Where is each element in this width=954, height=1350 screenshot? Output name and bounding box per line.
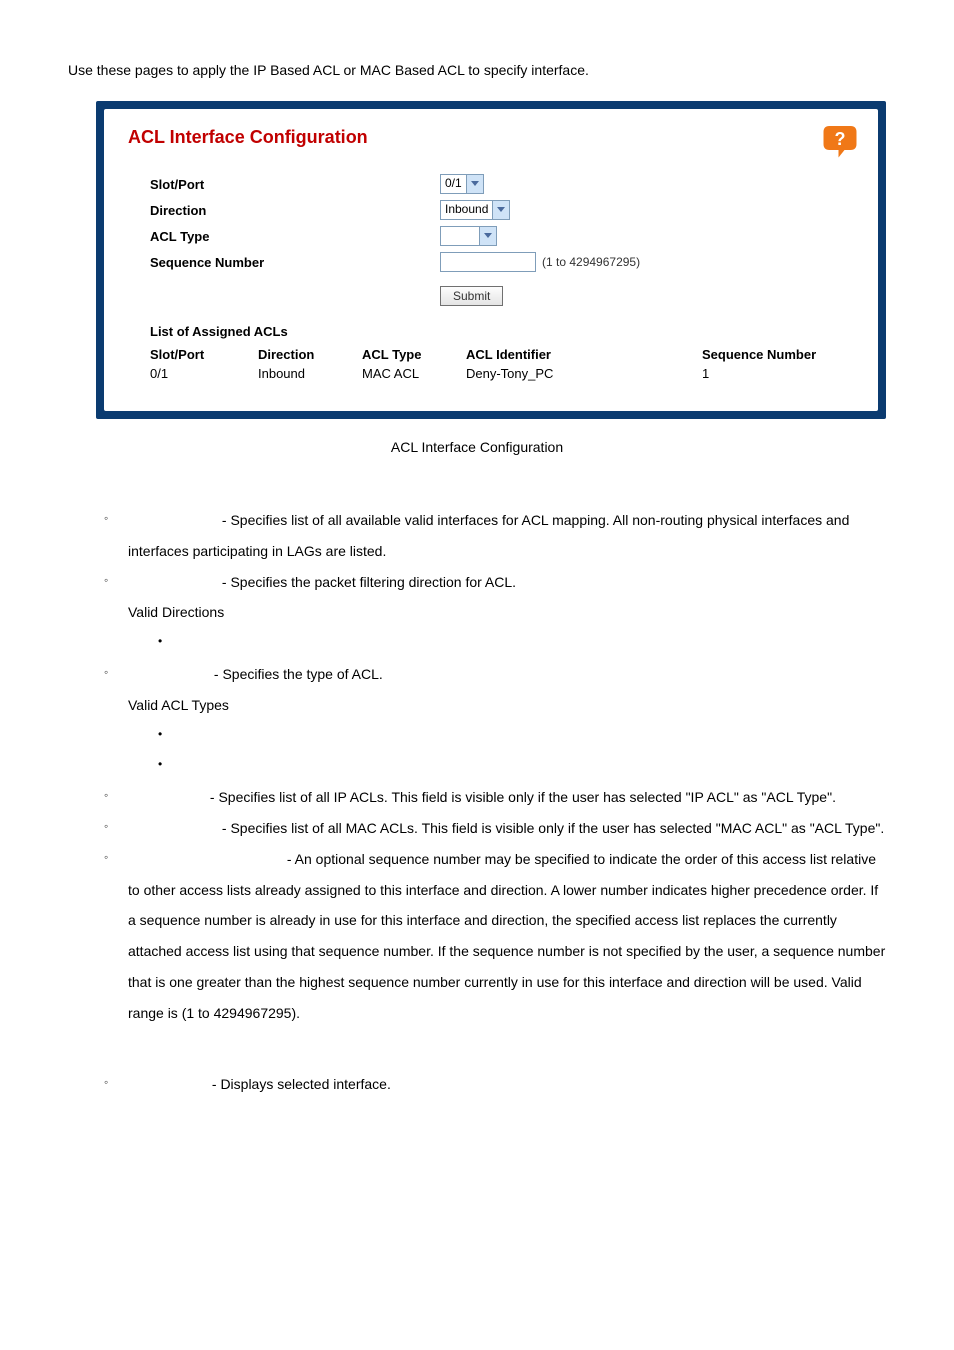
submit-button[interactable]: Submit — [440, 286, 503, 306]
desc-seq-num: - An optional sequence number may be spe… — [128, 851, 885, 1021]
td-acl-type: MAC ACL — [362, 366, 466, 381]
td-seq-num: 1 — [702, 366, 854, 381]
td-direction: Inbound — [258, 366, 362, 381]
list-item: - Specifies list of all IP ACLs. This fi… — [128, 782, 886, 813]
config-panel: ? ACL Interface Configuration Slot/Port … — [96, 101, 886, 419]
seq-num-input[interactable] — [440, 252, 536, 272]
list-item — [176, 628, 886, 659]
desc-ip-acl: - Specifies list of all IP ACLs. This fi… — [206, 789, 836, 805]
th-seq-num: Sequence Number — [702, 347, 854, 362]
table-row: 0/1 Inbound MAC ACL Deny-Tony_PC 1 — [150, 366, 854, 381]
slot-port-select[interactable]: 0/1 — [440, 174, 484, 194]
table-header: Slot/Port Direction ACL Type ACL Identif… — [150, 347, 854, 362]
list-item — [176, 721, 886, 752]
list-item: - Specifies the packet filtering directi… — [128, 567, 886, 659]
label-seq-num: Sequence Number — [150, 255, 440, 270]
list-item: - Displays selected interface. — [128, 1069, 886, 1100]
figure-caption: ACL Interface Configuration — [68, 439, 886, 455]
chevron-down-icon — [466, 175, 483, 193]
assigned-acls-title: List of Assigned ACLs — [150, 324, 854, 339]
panel-title: ACL Interface Configuration — [128, 127, 854, 148]
label-acl-type: ACL Type — [150, 229, 440, 244]
direction-value: Inbound — [441, 201, 492, 219]
intro-text: Use these pages to apply the IP Based AC… — [68, 60, 886, 81]
th-slot-port: Slot/Port — [150, 347, 258, 362]
th-direction: Direction — [258, 347, 362, 362]
description-list-2: - Displays selected interface. — [68, 1069, 886, 1100]
th-acl-identifier: ACL Identifier — [466, 347, 702, 362]
desc-mac-acl: - Specifies list of all MAC ACLs. This f… — [218, 820, 884, 836]
list-item: - An optional sequence number may be spe… — [128, 844, 886, 1029]
td-slot-port: 0/1 — [150, 366, 258, 381]
th-acl-type: ACL Type — [362, 347, 466, 362]
label-direction: Direction — [150, 203, 440, 218]
desc-direction: - Specifies the packet filtering directi… — [218, 574, 516, 590]
slot-port-value: 0/1 — [441, 175, 466, 193]
chevron-down-icon — [479, 227, 496, 245]
list-item: - Specifies list of all available valid … — [128, 505, 886, 567]
acl-type-select[interactable] — [440, 226, 497, 246]
assigned-acls-table: Slot/Port Direction ACL Type ACL Identif… — [150, 347, 854, 381]
desc-slot-port: - Specifies list of all available valid … — [128, 512, 849, 559]
list-item: - Specifies list of all MAC ACLs. This f… — [128, 813, 886, 844]
desc-acl-type: - Specifies the type of ACL. — [210, 666, 383, 682]
list-item: - Specifies the type of ACL. Valid ACL T… — [128, 659, 886, 782]
label-slot-port: Slot/Port — [150, 177, 440, 192]
help-icon[interactable]: ? — [822, 123, 858, 159]
description-list: - Specifies list of all available valid … — [68, 505, 886, 1029]
chevron-down-icon — [492, 201, 509, 219]
desc-direction-sub: Valid Directions — [128, 597, 886, 628]
seq-num-hint: (1 to 4294967295) — [542, 255, 640, 269]
desc-acl-type-sub: Valid ACL Types — [128, 690, 886, 721]
desc-selected-interface: - Displays selected interface. — [208, 1076, 391, 1092]
acl-type-value — [441, 227, 479, 245]
td-acl-identifier: Deny-Tony_PC — [466, 366, 702, 381]
direction-select[interactable]: Inbound — [440, 200, 510, 220]
svg-text:?: ? — [835, 129, 846, 149]
list-item — [176, 751, 886, 782]
config-panel-inner: ? ACL Interface Configuration Slot/Port … — [104, 109, 878, 411]
